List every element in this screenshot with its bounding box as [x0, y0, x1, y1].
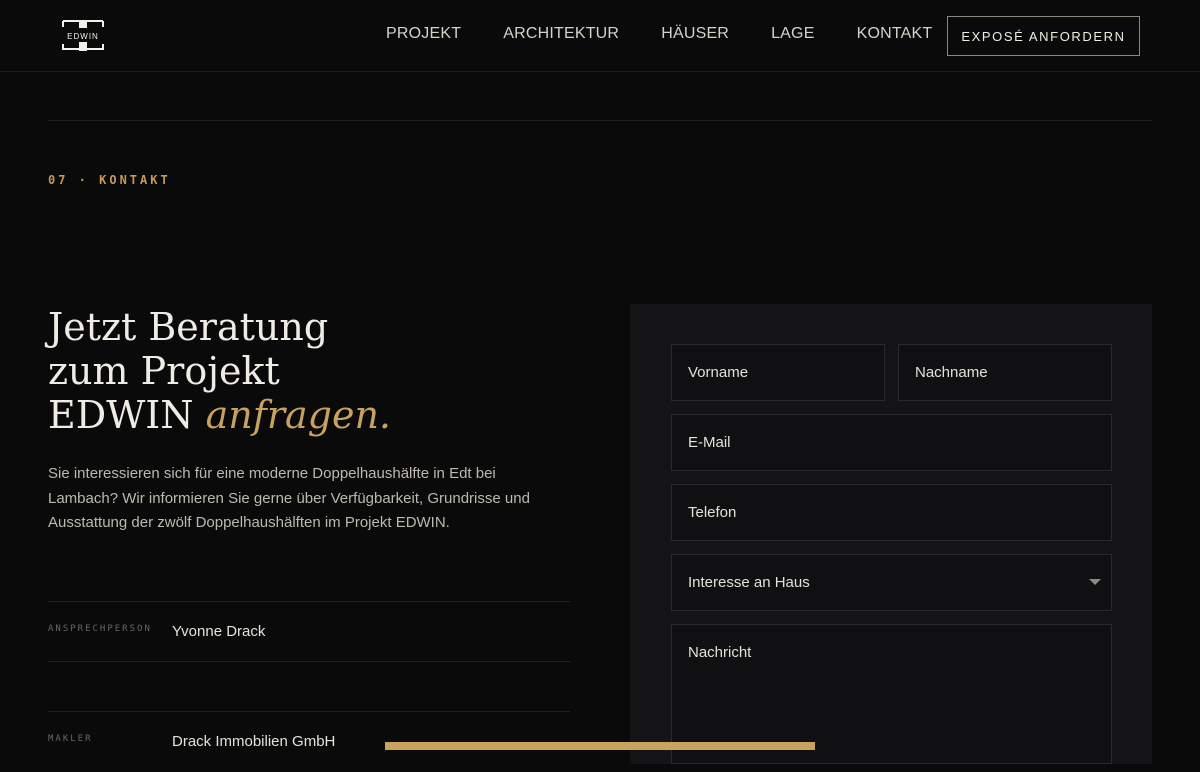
first-name-placeholder: Vorname — [688, 364, 749, 381]
email-field[interactable]: E-Mail — [671, 414, 1112, 471]
nav-link-lage[interactable]: LAGE — [771, 25, 815, 43]
house-interest-placeholder: Interesse an Haus — [688, 574, 810, 591]
nav-link-architektur[interactable]: ARCHITEKTUR — [503, 25, 619, 43]
site-header: EDWIN PROJEKT ARCHITEKTUR HÄUSER LAGE KO… — [0, 0, 1200, 72]
email-placeholder: E-Mail — [688, 434, 731, 451]
first-name-field[interactable]: Vorname — [671, 344, 885, 401]
section-divider — [48, 120, 1152, 121]
heading-line-3: EDWIN — [48, 393, 194, 437]
nav-link-kontakt[interactable]: KONTAKT — [857, 25, 933, 43]
expose-request-button[interactable]: EXPOSÉ ANFORDERN — [947, 16, 1140, 56]
broker-label: MAKLER — [48, 734, 93, 744]
contact-person-value: Yvonne Drack — [172, 623, 266, 640]
contact-heading: Jetzt Beratung zum Projekt EDWIN anfrage… — [48, 305, 568, 437]
chevron-down-icon — [1089, 579, 1101, 585]
nav-link-projekt[interactable]: PROJEKT — [386, 25, 461, 43]
last-name-placeholder: Nachname — [915, 364, 988, 381]
svg-text:EDWIN: EDWIN — [67, 32, 99, 41]
main-nav: PROJEKT ARCHITEKTUR HÄUSER LAGE KONTAKT — [386, 25, 974, 43]
phone-placeholder: Telefon — [688, 504, 737, 521]
contact-person-label: ANSPRECHPERSON — [48, 624, 152, 634]
heading-line-1: Jetzt Beratung — [48, 305, 329, 349]
message-placeholder: Nachricht — [688, 644, 752, 661]
section-label: 07 · KONTAKT — [48, 173, 171, 187]
house-interest-select[interactable]: Interesse an Haus — [671, 554, 1112, 611]
nav-link-haeuser[interactable]: HÄUSER — [661, 25, 729, 43]
heading-line-2: zum Projekt — [48, 349, 280, 393]
phone-field[interactable]: Telefon — [671, 484, 1112, 541]
heading-accent: anfragen. — [205, 393, 392, 437]
last-name-field[interactable]: Nachname — [898, 344, 1112, 401]
contact-form: Vorname Nachname E-Mail Telefon Interess… — [630, 304, 1152, 764]
broker-value: Drack Immobilien GmbH — [172, 733, 336, 750]
edwin-logo[interactable]: EDWIN — [62, 19, 104, 51]
contact-intro: Sie interessieren sich für eine moderne … — [48, 465, 530, 531]
submit-button[interactable] — [385, 742, 815, 750]
contact-person-row: ANSPRECHPERSON Yvonne Drack — [48, 601, 570, 662]
